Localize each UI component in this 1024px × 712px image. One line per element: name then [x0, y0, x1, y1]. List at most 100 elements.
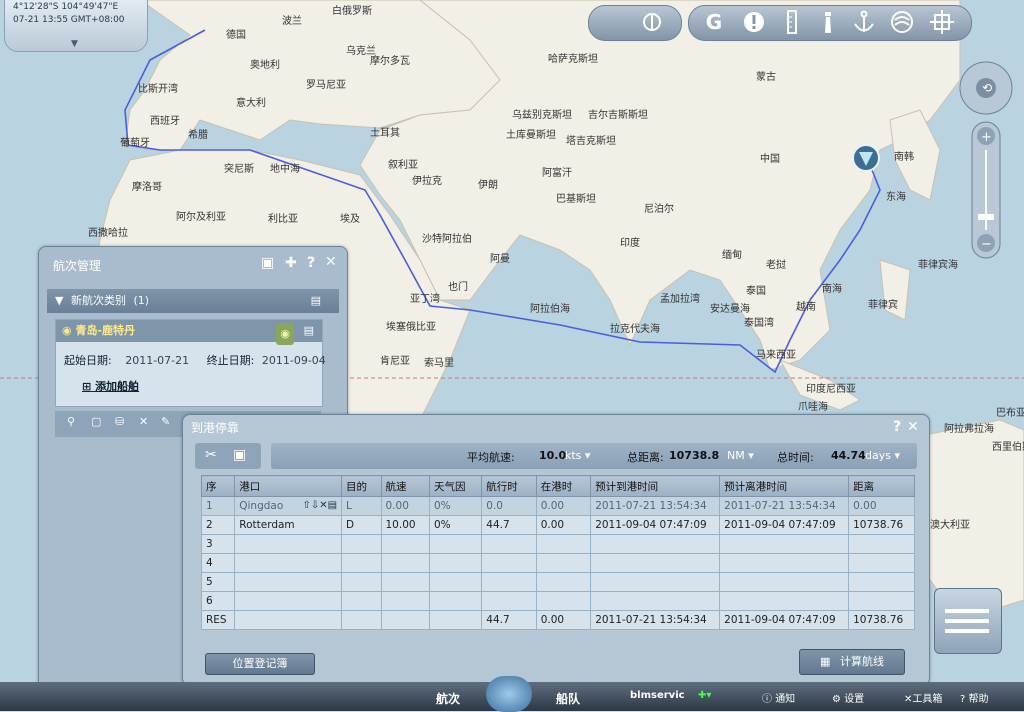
voyage-category-row[interactable]: ▼ 新航次类别 (1) ▤	[47, 289, 339, 313]
table-cell[interactable]	[481, 572, 537, 592]
calculate-route-button[interactable]: ▦ 计算航线	[799, 649, 905, 675]
table-cell[interactable]	[380, 553, 430, 573]
column-header[interactable]: 预计离港时间	[719, 475, 850, 497]
voyage-item[interactable]: ◉ 青岛-鹿特丹 ◉ ▤ 起始日期: 2011-07-21 终止日期: 2011…	[55, 319, 326, 407]
table-cell[interactable]: L	[341, 496, 382, 516]
table-cell[interactable]: 4	[200, 553, 236, 573]
table-cell[interactable]	[380, 591, 430, 611]
wave-icon[interactable]	[889, 9, 915, 35]
table-cell[interactable]: 10.00	[380, 515, 430, 535]
save-icon[interactable]: ▣	[233, 447, 246, 463]
table-cell[interactable]: 2011-09-04 07:47:09	[719, 610, 850, 630]
table-cell[interactable]	[719, 534, 850, 554]
table-cell[interactable]	[234, 591, 343, 611]
table-cell[interactable]	[234, 534, 343, 554]
table-cell[interactable]: 3	[200, 534, 236, 554]
table-cell[interactable]: D	[341, 515, 382, 535]
table-cell[interactable]	[341, 553, 382, 573]
table-cell[interactable]	[590, 553, 721, 573]
table-cell[interactable]	[428, 534, 483, 554]
table-row[interactable]: 1 Qingdao ⇧⇩✕▤ L 0.00 0% 0.0 0.00 2011-07-21 13:…	[200, 496, 915, 516]
list-icon[interactable]: ▤	[311, 289, 321, 313]
table-cell[interactable]: 6	[200, 591, 236, 611]
status-plus-icon[interactable]: ✚▾	[698, 690, 711, 701]
compass-icon[interactable]	[486, 676, 532, 712]
table-cell[interactable]	[380, 610, 430, 630]
table-cell[interactable]	[535, 534, 592, 554]
table-cell[interactable]: 44.7	[481, 515, 537, 535]
table-cell[interactable]: 0%	[428, 515, 483, 535]
table-cell[interactable]: 2011-07-21 13:54:34	[590, 610, 721, 630]
table-cell[interactable]	[848, 553, 915, 573]
user-name[interactable]: blmservic	[630, 690, 685, 701]
table-cell[interactable]	[590, 534, 721, 554]
column-header[interactable]: 距离	[848, 475, 915, 497]
table-cell[interactable]: 0%	[428, 496, 483, 516]
ruler-icon[interactable]	[779, 9, 805, 35]
column-header[interactable]: 航行时	[481, 475, 537, 497]
table-cell[interactable]	[590, 591, 721, 611]
table-cell[interactable]	[341, 534, 382, 554]
table-cell[interactable]	[341, 610, 382, 630]
column-header[interactable]: 港口	[234, 475, 343, 497]
add-voyage-icon[interactable]: ✚	[285, 255, 297, 271]
expand-icon[interactable]: ▼	[55, 294, 63, 307]
table-row[interactable]: 4	[200, 553, 915, 573]
edit-icon[interactable]: ✎	[161, 415, 170, 428]
total-distance-unit[interactable]: NM ▾	[727, 449, 754, 462]
table-cell[interactable]	[481, 553, 537, 573]
table-cell[interactable]	[428, 553, 483, 573]
table-cell[interactable]: 0.00	[535, 496, 592, 516]
zoom-slider-handle[interactable]	[978, 214, 994, 220]
table-cell[interactable]: 2	[200, 515, 236, 535]
tab-fleet[interactable]: 船队	[556, 690, 580, 707]
coordinate-readout[interactable]: 4°12'28"S 104°49'47"E 07-21 13:55 GMT+08…	[4, 0, 148, 52]
avg-speed-unit[interactable]: kts ▾	[565, 449, 590, 462]
calendar-icon[interactable]: ▣	[261, 255, 274, 271]
column-header[interactable]: 目的	[341, 475, 382, 497]
table-cell[interactable]	[481, 591, 537, 611]
table-cell[interactable]	[428, 591, 483, 611]
table-cell[interactable]: 5	[200, 572, 236, 592]
table-cell[interactable]	[234, 553, 343, 573]
add-ship-link[interactable]: ⊞ 添加船舶	[82, 378, 139, 394]
table-cell[interactable]: Qingdao ⇧⇩✕▤	[234, 496, 343, 516]
settings-item[interactable]: ⚙ 设置	[832, 690, 864, 705]
table-cell[interactable]	[590, 572, 721, 592]
help-item[interactable]: ? 帮助	[960, 690, 989, 705]
tab-voyage[interactable]: 航次	[436, 690, 460, 707]
table-cell[interactable]	[428, 572, 483, 592]
table-cell[interactable]	[234, 610, 343, 630]
target-icon[interactable]	[929, 9, 955, 35]
table-cell[interactable]	[848, 572, 915, 592]
table-cell[interactable]	[234, 572, 343, 592]
delete-icon[interactable]: ✂	[205, 447, 217, 463]
table-cell[interactable]	[535, 553, 592, 573]
table-cell[interactable]	[535, 572, 592, 592]
row-action-icons[interactable]: ⇧⇩✕▤	[302, 500, 337, 511]
table-cell[interactable]: 1	[200, 496, 236, 516]
table-cell[interactable]	[848, 591, 915, 611]
table-cell[interactable]: 0.00	[848, 496, 915, 516]
table-row[interactable]: 2 Rotterdam D 10.00 0% 44.7 0.00 2011-09-04 07:…	[200, 515, 915, 535]
port-marker-qingdao[interactable]	[852, 144, 880, 172]
table-cell[interactable]	[380, 572, 430, 592]
table-cell[interactable]: 2011-09-04 07:47:09	[719, 515, 850, 535]
column-header[interactable]: 在港时	[535, 475, 592, 497]
table-row[interactable]: 3	[200, 534, 915, 554]
weather-icon[interactable]	[639, 9, 665, 35]
table-cell[interactable]: 2011-09-04 07:47:09	[590, 515, 721, 535]
table-cell[interactable]	[341, 572, 382, 592]
table-row[interactable]: 5	[200, 572, 915, 592]
table-cell[interactable]	[719, 553, 850, 573]
table-cell[interactable]: 0.00	[535, 515, 592, 535]
voyage-radio-icon[interactable]: ◉	[62, 324, 72, 337]
table-cell[interactable]	[428, 610, 483, 630]
eye-icon[interactable]: ◉	[276, 323, 294, 345]
table-cell[interactable]: RES	[200, 610, 236, 630]
close-icon[interactable]: ✕	[907, 419, 919, 435]
route-icon[interactable]: ⚲	[67, 415, 75, 428]
notify-item[interactable]: ⓘ 通知	[762, 690, 795, 705]
chevron-down-icon[interactable]: ▼	[71, 39, 78, 49]
table-cell[interactable]	[380, 534, 430, 554]
